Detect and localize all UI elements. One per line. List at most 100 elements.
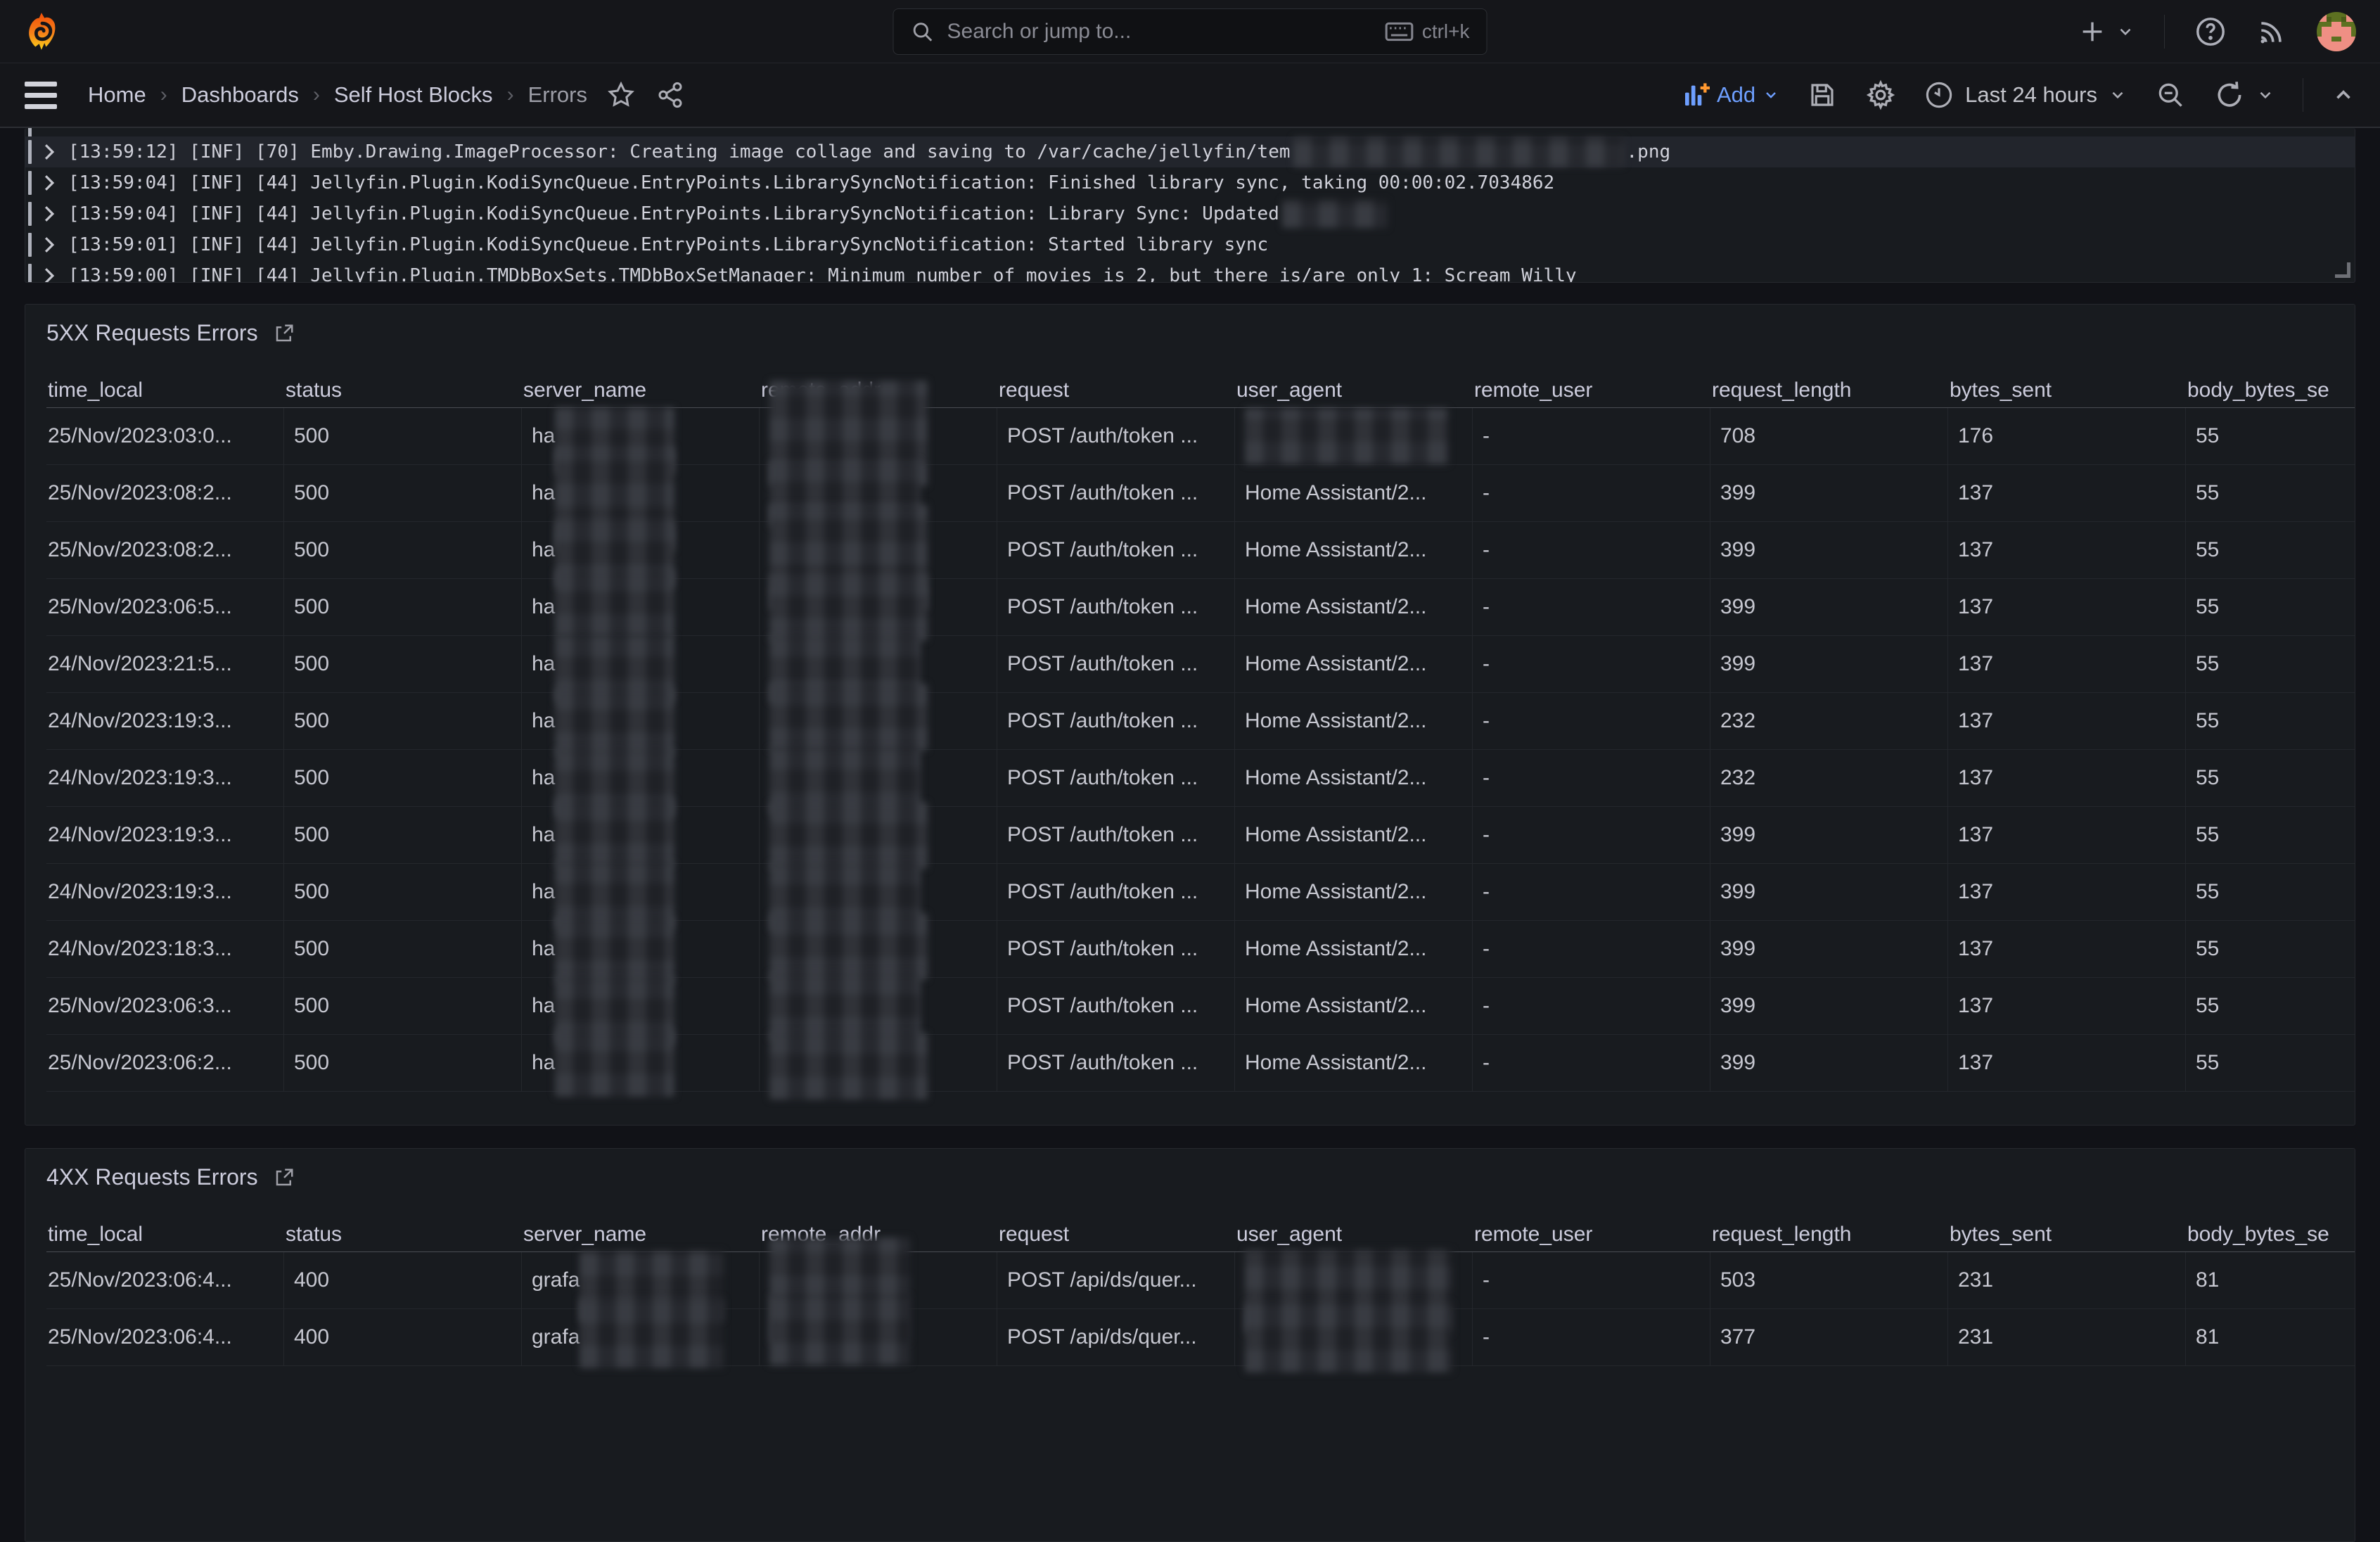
column-header-request_length[interactable]: request_length (1710, 1217, 1948, 1252)
table-cell: - (1473, 636, 1710, 693)
breadcrumb-home[interactable]: Home (88, 82, 146, 108)
table-row: 25/Nov/2023:08:2...500haPOST /auth/token… (46, 522, 2355, 579)
redacted-blur (769, 802, 928, 869)
table-cell: 55 (2186, 408, 2355, 465)
table-cell: 500 (284, 693, 522, 750)
collapse-toolbar-button[interactable] (2331, 83, 2355, 107)
table-cell: 176 (1948, 408, 2186, 465)
table-cell (1235, 1252, 1473, 1309)
menu-toggle-button[interactable] (25, 82, 57, 109)
column-header-bytes_sent[interactable]: bytes_sent (1948, 373, 2186, 408)
save-dashboard-button[interactable] (1808, 80, 1837, 110)
column-header-user_agent[interactable]: user_agent (1235, 373, 1473, 408)
help-button[interactable] (2194, 15, 2227, 48)
time-range-picker[interactable]: Last 24 hours (1924, 80, 2127, 110)
log-row[interactable]: [13:59:00] [INF] [44] Jellyfin.Plugin.TM… (25, 260, 2355, 283)
table-cell: POST /api/ds/quer... (997, 1252, 1235, 1309)
zoom-out-button[interactable] (2155, 79, 2186, 110)
column-header-user_agent[interactable]: user_agent (1235, 1217, 1473, 1252)
table-cell (760, 579, 997, 636)
favorite-star-button[interactable] (607, 81, 635, 109)
news-button[interactable] (2256, 16, 2287, 47)
breadcrumb: Home › Dashboards › Self Host Blocks › E… (88, 82, 587, 108)
panel-resize-handle[interactable] (2335, 262, 2350, 278)
table-cell: 55 (2186, 978, 2355, 1035)
dashboard-settings-button[interactable] (1865, 79, 1896, 110)
table-cell: 500 (284, 978, 522, 1035)
table-cell: POST /auth/token ... (997, 807, 1235, 864)
table-cell: 399 (1710, 978, 1948, 1035)
log-row-clipped (25, 128, 2355, 136)
table-cell: 24/Nov/2023:19:3... (46, 864, 284, 921)
log-row[interactable]: [13:59:04] [INF] [44] Jellyfin.Plugin.Ko… (25, 198, 2355, 229)
log-row[interactable]: [13:59:12] [INF] [70] Emby.Drawing.Image… (25, 136, 2355, 167)
clock-icon (1924, 80, 1954, 110)
table-cell: Home Assistant/2... (1235, 864, 1473, 921)
table-cell: 399 (1710, 465, 1948, 522)
log-row[interactable]: [13:59:04] [INF] [44] Jellyfin.Plugin.Ko… (25, 167, 2355, 198)
table-cell: 232 (1710, 750, 1948, 807)
refresh-button[interactable] (2214, 79, 2275, 110)
breadcrumb-dashboards[interactable]: Dashboards (181, 82, 299, 108)
column-header-time_local[interactable]: time_local (46, 1217, 284, 1252)
column-header-remote_user[interactable]: remote_user (1473, 373, 1710, 408)
expand-chevron-icon[interactable] (43, 236, 56, 254)
logs-panel: [13:59:12] [INF] [70] Emby.Drawing.Image… (25, 128, 2355, 283)
column-header-status[interactable]: status (284, 373, 522, 408)
table-cell: 25/Nov/2023:08:2... (46, 465, 284, 522)
redacted-blur (555, 916, 674, 983)
breadcrumb-self-host-blocks[interactable]: Self Host Blocks (334, 82, 493, 108)
panel-title[interactable]: 5XX Requests Errors (46, 320, 258, 346)
expand-chevron-icon[interactable] (43, 205, 56, 223)
table-cell: POST /auth/token ... (997, 864, 1235, 921)
table-cell: - (1473, 1252, 1710, 1309)
column-header-request[interactable]: request (997, 1217, 1235, 1252)
column-header-server_name[interactable]: server_name (522, 1217, 760, 1252)
table-cell: 500 (284, 864, 522, 921)
log-row[interactable]: [13:59:01] [INF] [44] Jellyfin.Plugin.Ko… (25, 229, 2355, 260)
table-cell: 400 (284, 1309, 522, 1366)
table-cell: - (1473, 522, 1710, 579)
star-icon (607, 81, 635, 109)
share-button[interactable] (656, 81, 684, 109)
new-dashboard-button[interactable] (2078, 18, 2135, 46)
external-link-icon[interactable] (274, 1167, 295, 1188)
divider (2164, 15, 2165, 49)
grafana-logo-icon[interactable] (24, 12, 60, 51)
table-cell: 231 (1948, 1309, 2186, 1366)
redacted-blur (769, 973, 921, 1040)
avatar[interactable] (2317, 12, 2356, 51)
table-cell (760, 1035, 997, 1092)
table-cell: 137 (1948, 921, 2186, 978)
table-cell (760, 1309, 997, 1366)
external-link-icon[interactable] (274, 323, 295, 344)
keyboard-icon (1386, 21, 1414, 42)
dashboard-scroll-area: [13:59:12] [INF] [70] Emby.Drawing.Image… (0, 128, 2380, 1365)
column-header-status[interactable]: status (284, 1217, 522, 1252)
table-cell: Home Assistant/2... (1235, 921, 1473, 978)
expand-chevron-icon[interactable] (43, 267, 56, 283)
table-cell: grafa (522, 1309, 760, 1366)
expand-chevron-icon[interactable] (43, 143, 56, 161)
column-header-body_bytes_se[interactable]: body_bytes_se (2186, 373, 2355, 408)
table-cell: 399 (1710, 636, 1948, 693)
expand-chevron-icon[interactable] (43, 174, 56, 192)
table-cell: 137 (1948, 978, 2186, 1035)
column-header-body_bytes_se[interactable]: body_bytes_se (2186, 1217, 2355, 1252)
plus-icon (2078, 18, 2106, 46)
panel-title[interactable]: 4XX Requests Errors (46, 1164, 258, 1190)
table-cell: 81 (2186, 1309, 2355, 1366)
redacted-blur (555, 1030, 674, 1097)
search-input[interactable] (947, 20, 1386, 44)
table-cell: 25/Nov/2023:06:4... (46, 1252, 284, 1309)
column-header-remote_user[interactable]: remote_user (1473, 1217, 1710, 1252)
column-header-bytes_sent[interactable]: bytes_sent (1948, 1217, 2186, 1252)
column-header-request[interactable]: request (997, 373, 1235, 408)
add-panel-button[interactable]: Add (1682, 81, 1779, 109)
table-cell: - (1473, 1035, 1710, 1092)
column-header-request_length[interactable]: request_length (1710, 373, 1948, 408)
table-cell: - (1473, 408, 1710, 465)
redacted-blur (555, 570, 674, 637)
column-header-server_name[interactable]: server_name (522, 373, 760, 408)
column-header-time_local[interactable]: time_local (46, 373, 284, 408)
